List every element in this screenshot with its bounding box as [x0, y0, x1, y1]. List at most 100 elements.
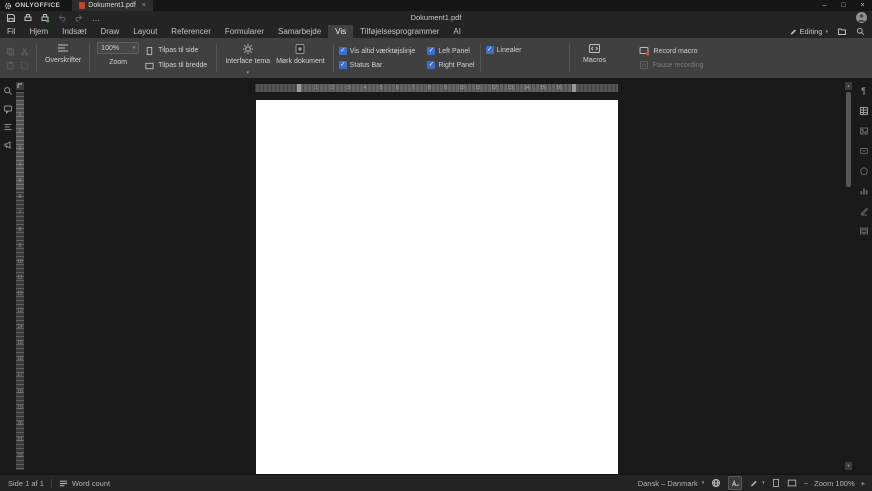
customize-toolbar-button[interactable]: … [90, 12, 102, 24]
feedback-button[interactable] [3, 140, 13, 150]
page-indicator[interactable]: Side 1 af 1 [8, 479, 44, 488]
spell-check-toggle[interactable] [728, 476, 743, 490]
search-button[interactable] [856, 27, 865, 36]
fit-to-page-toggle[interactable] [772, 478, 780, 488]
tab-hjem[interactable]: Hjem [22, 25, 55, 38]
pdf-file-icon [79, 2, 86, 9]
spell-check-icon [731, 479, 740, 487]
paste-icon[interactable] [4, 59, 17, 72]
chevron-down-icon: ▾ [762, 480, 765, 486]
chart-settings-button[interactable] [859, 186, 869, 196]
rulers-group: ✓ Linealer [485, 38, 564, 78]
shape-settings-button[interactable] [859, 146, 869, 156]
quick-print-button[interactable] [39, 12, 51, 24]
onlyoffice-gear-icon [4, 2, 12, 10]
tab-indsaet[interactable]: Indsæt [55, 25, 93, 38]
pause-recording-icon [639, 61, 648, 69]
headings-button[interactable]: Overskrifter [42, 38, 84, 78]
fit-to-width-button[interactable]: Tilpas til bredde [145, 61, 207, 71]
document-tab-label: Dokument1.pdf [88, 2, 136, 9]
zoom-out-button[interactable]: − [804, 479, 808, 488]
v-ruler[interactable]: 1 2 3 4 5 6 7 8 9 10 11 12 13 14 15 16 17 18 19 20 21 22 [16, 92, 24, 470]
tab-fil[interactable]: Fil [0, 25, 22, 38]
tab-layout[interactable]: Layout [126, 25, 164, 38]
maximize-button[interactable]: □ [834, 0, 853, 11]
tab-close-icon[interactable]: × [142, 2, 146, 9]
set-document-language-button[interactable] [711, 478, 721, 488]
mode-selector[interactable]: Editing ▾ [789, 27, 828, 36]
h-ruler-content-zone [300, 84, 575, 92]
select-all-icon[interactable] [18, 59, 31, 72]
navigation-panel-button[interactable] [3, 122, 13, 132]
highlight-mode-button[interactable]: ▾ [749, 479, 765, 488]
chevron-down-icon: ▾ [825, 28, 828, 35]
fit-to-page-button[interactable]: Tilpas til side [145, 46, 207, 56]
comments-panel-button[interactable] [3, 104, 13, 114]
mode-label: Editing [799, 27, 823, 36]
paragraph-settings-button[interactable]: ¶ [861, 86, 866, 96]
undo-button[interactable] [56, 12, 68, 24]
checkbox-box: ✓ [338, 61, 347, 69]
macros-icon [589, 44, 601, 53]
zoom-level-label[interactable]: Zoom 100% [814, 479, 854, 488]
scrollbar-thumb[interactable] [846, 92, 851, 187]
checkbox-box: ✓ [427, 47, 436, 55]
tab-samarbejde[interactable]: Samarbejde [271, 25, 328, 38]
word-count-button[interactable]: Word count [59, 479, 110, 488]
document-page[interactable] [256, 100, 618, 474]
tab-referencer[interactable]: Referencer [164, 25, 218, 38]
checkbox-always-show-toolbar[interactable]: ✓ Vis altid værktøjslinje [338, 44, 415, 58]
checkbox-box: ✓ [427, 61, 436, 69]
language-selector[interactable]: Dansk – Danmark ▾ [638, 479, 705, 488]
merge-shapes-button[interactable] [859, 166, 869, 176]
minimize-button[interactable]: – [815, 0, 834, 11]
view-options-group: ✓ Vis altid værktøjslinje ✓ Status Bar ✓… [338, 38, 475, 78]
scroll-down-arrow-icon[interactable]: ▼ [845, 462, 852, 470]
zoom-value-dropdown[interactable]: 100% ▾ [97, 42, 140, 54]
tab-stop-selector[interactable] [16, 82, 24, 90]
open-file-location-button[interactable] [837, 27, 847, 36]
app-logo: ONLYOFFICE [0, 0, 66, 11]
zoom-in-button[interactable]: + [861, 479, 865, 488]
record-macro-button[interactable]: Record macro [639, 44, 704, 58]
zoom-group-label: Zoom [109, 59, 128, 66]
record-macro-icon [639, 47, 649, 56]
pause-recording-button[interactable]: Pause recording [639, 58, 704, 72]
copy-icon[interactable] [4, 45, 17, 58]
right-indent-marker[interactable] [572, 84, 576, 92]
checkbox-rulers[interactable]: ✓ Linealer [485, 46, 521, 54]
search-panel-button[interactable] [3, 86, 13, 96]
image-settings-button[interactable] [859, 126, 869, 136]
tab-draw[interactable]: Draw [94, 25, 127, 38]
document-tab[interactable]: Dokument1.pdf × [72, 0, 153, 11]
signature-settings-button[interactable] [859, 206, 869, 216]
h-ruler[interactable]: 1 2 3 4 5 6 7 8 9 10 11 12 13 14 15 16 [255, 84, 618, 92]
tab-ai[interactable]: AI [446, 25, 468, 38]
close-button[interactable]: × [853, 0, 872, 11]
scroll-up-arrow-icon[interactable]: ▲ [845, 82, 852, 90]
cut-icon[interactable] [18, 45, 31, 58]
user-avatar[interactable] [856, 12, 867, 23]
checkbox-box: ✓ [338, 47, 347, 55]
fit-to-width-toggle[interactable] [787, 478, 797, 488]
tab-vis[interactable]: Vis [328, 25, 354, 38]
interface-theme-button[interactable]: Interface tema ▾ [222, 38, 273, 78]
print-button[interactable] [22, 12, 34, 24]
checkbox-left-panel[interactable]: ✓ Left Panel [427, 44, 474, 58]
checkbox-status-bar[interactable]: ✓ Status Bar [338, 58, 416, 72]
ribbon-tab-bar: Fil Hjem Indsæt Draw Layout Referencer F… [0, 25, 872, 38]
table-settings-button[interactable] [859, 106, 869, 116]
statusbar-divider [50, 478, 52, 488]
checkbox-right-panel[interactable]: ✓ Right Panel [427, 58, 475, 72]
fit-page-icon [146, 46, 153, 55]
redo-button[interactable] [73, 12, 85, 24]
macros-button[interactable]: Macros [575, 38, 615, 78]
fit-width-icon [787, 479, 796, 487]
tab-tilfojelsesprogrammer[interactable]: Tilføjelsesprogrammer [353, 25, 446, 38]
tab-formularer[interactable]: Formularer [218, 25, 271, 38]
dark-document-button[interactable]: Mørk dokument [273, 38, 328, 78]
save-button[interactable] [5, 12, 17, 24]
indent-marker[interactable] [297, 84, 301, 92]
text-frame-settings-button[interactable] [859, 226, 869, 236]
vertical-scrollbar[interactable]: ▲ ▼ [845, 82, 852, 470]
